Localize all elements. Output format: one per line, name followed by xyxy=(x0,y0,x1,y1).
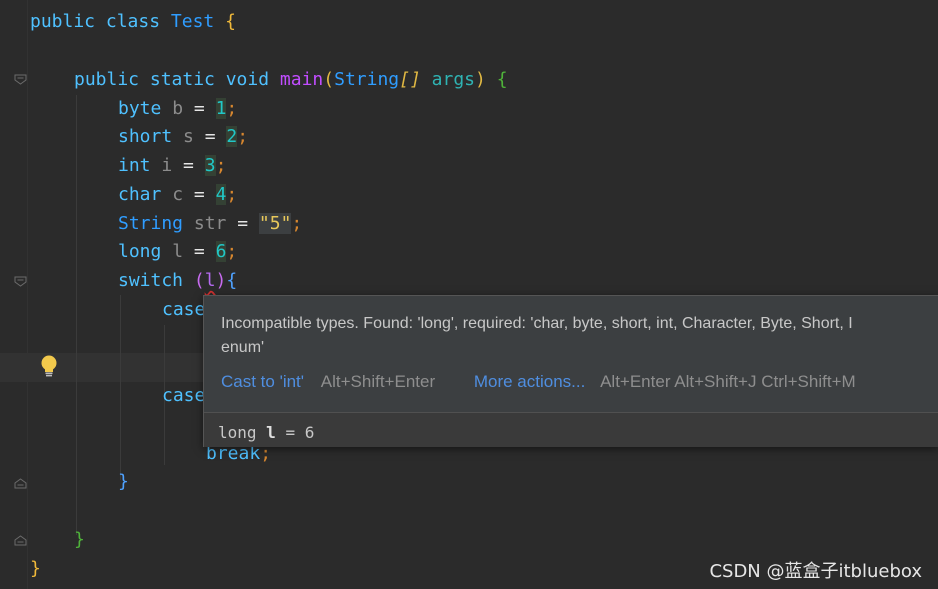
gutter-divider xyxy=(27,0,28,589)
code-token: } xyxy=(74,529,85,550)
declaration-preview[interactable]: long l = 6 xyxy=(218,423,314,442)
code-token: ; xyxy=(237,126,249,147)
code-token: ( xyxy=(193,270,205,291)
code-token: i xyxy=(161,155,184,176)
code-line[interactable]: int i = 3; xyxy=(118,152,226,180)
code-token: char xyxy=(118,184,173,205)
code-token: ; xyxy=(226,241,238,262)
more-actions-shortcuts: Alt+Enter Alt+Shift+J Ctrl+Shift+M xyxy=(600,372,856,391)
code-token: 4 xyxy=(215,184,227,205)
code-line[interactable]: byte b = 1; xyxy=(118,95,237,123)
code-token: ; xyxy=(215,155,227,176)
code-token: = xyxy=(193,98,216,119)
code-token: int xyxy=(118,155,162,176)
code-token: b xyxy=(172,98,194,119)
code-token: } xyxy=(118,471,129,492)
code-token: str xyxy=(193,213,238,234)
code-token: 2 xyxy=(226,126,238,147)
code-line[interactable]: case xyxy=(162,296,205,324)
more-actions-link[interactable]: More actions... xyxy=(474,372,586,391)
error-tooltip-popup: Incompatible types. Found: 'long', requi… xyxy=(203,295,938,447)
code-token: l xyxy=(204,270,216,291)
code-token: 3 xyxy=(204,155,216,176)
code-token: case xyxy=(162,299,206,320)
code-token: switch xyxy=(118,270,194,291)
code-token: ; xyxy=(226,98,238,119)
code-token: s xyxy=(183,126,205,147)
fold-open-icon[interactable] xyxy=(14,74,27,85)
indent-guide xyxy=(120,295,121,480)
code-token: [] xyxy=(399,69,421,90)
code-token: { xyxy=(496,69,508,90)
code-token: long xyxy=(118,241,173,262)
cast-shortcut: Alt+Shift+Enter xyxy=(320,372,436,391)
code-token: } xyxy=(30,558,41,579)
fold-close-icon[interactable] xyxy=(14,478,27,489)
code-token: byte xyxy=(118,98,173,119)
code-token: ( xyxy=(323,69,335,90)
code-token: main xyxy=(279,69,324,90)
watermark: CSDN @蓝盒子itbluebox xyxy=(709,561,922,582)
code-line[interactable]: public class Test { xyxy=(30,8,236,36)
code-line[interactable]: short s = 2; xyxy=(118,123,248,151)
indent-guide xyxy=(76,95,77,535)
code-line[interactable]: } xyxy=(118,468,129,496)
code-token: String xyxy=(334,69,400,90)
code-token: public class xyxy=(30,11,171,32)
code-token: "5" xyxy=(258,213,292,234)
fold-close-icon[interactable] xyxy=(14,535,27,546)
code-token: = xyxy=(204,126,227,147)
code-token: ; xyxy=(226,184,238,205)
code-token: short xyxy=(118,126,184,147)
fold-open-icon[interactable] xyxy=(14,276,27,287)
code-token: = xyxy=(183,155,205,176)
code-token: 6 xyxy=(215,241,227,262)
code-line[interactable]: } xyxy=(74,526,85,554)
code-token: { xyxy=(226,270,238,291)
code-token: public static void xyxy=(74,69,280,90)
code-line[interactable]: char c = 4; xyxy=(118,181,237,209)
code-token: = xyxy=(237,213,259,234)
code-token: { xyxy=(225,11,236,32)
lightbulb-icon[interactable] xyxy=(38,354,60,378)
code-line[interactable]: switch (l){ xyxy=(118,267,237,295)
code-token: 1 xyxy=(215,98,227,119)
code-line[interactable]: public static void main(String[] args) { xyxy=(74,66,508,94)
code-token: Test xyxy=(170,11,226,32)
code-token: l xyxy=(172,241,194,262)
code-line[interactable]: case xyxy=(162,382,205,410)
error-message: Incompatible types. Found: 'long', requi… xyxy=(221,315,853,356)
quick-fix-actions: Cast to 'int' Alt+Shift+Enter More actio… xyxy=(221,370,856,394)
cast-to-int-link[interactable]: Cast to 'int' xyxy=(221,372,304,391)
code-token: String xyxy=(118,213,194,234)
code-token: ; xyxy=(291,213,303,234)
code-token: ) xyxy=(475,69,497,90)
code-line[interactable]: } xyxy=(30,555,41,583)
code-token: args xyxy=(420,69,476,90)
editor-gutter xyxy=(0,0,28,589)
code-token: c xyxy=(172,184,194,205)
code-line[interactable]: long l = 6; xyxy=(118,238,237,266)
code-token: ) xyxy=(215,270,227,291)
code-token: case xyxy=(162,385,206,406)
code-token: = xyxy=(193,241,216,262)
code-token: = xyxy=(193,184,216,205)
code-line[interactable]: String str = "5"; xyxy=(118,210,302,238)
